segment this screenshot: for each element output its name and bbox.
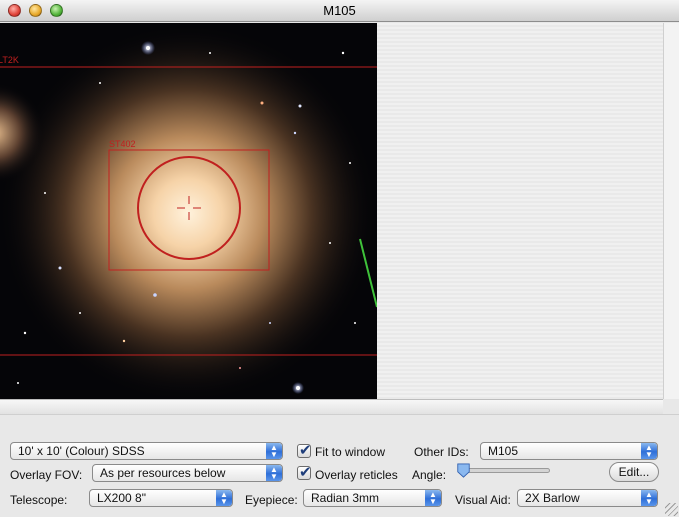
info-pane bbox=[377, 23, 663, 399]
title-bar: M105 bbox=[0, 0, 679, 22]
edit-button[interactable]: Edit... bbox=[609, 462, 659, 482]
fit-to-window-label: Fit to window bbox=[315, 445, 386, 459]
telescope-popup[interactable]: LX200 8" ▲ ▼ bbox=[89, 489, 233, 507]
controls-panel: 10' x 10' (Colour) SDSS ▲ ▼ ✔ Fit to wind… bbox=[0, 414, 679, 517]
small-fov-label: ST402 bbox=[109, 139, 136, 149]
updown-arrows-icon: ▲ ▼ bbox=[641, 443, 657, 459]
checkmark-icon: ✔ bbox=[299, 464, 312, 481]
image-source-value: 10' x 10' (Colour) SDSS bbox=[18, 444, 145, 458]
overlay-fov-label: Overlay FOV: bbox=[10, 468, 83, 482]
image-source-popup[interactable]: 10' x 10' (Colour) SDSS ▲ ▼ bbox=[10, 442, 283, 460]
horizontal-scrollbar[interactable] bbox=[0, 399, 663, 414]
updown-arrows-icon: ▲ ▼ bbox=[266, 443, 282, 459]
updown-arrows-icon: ▲ ▼ bbox=[425, 490, 441, 506]
window-title: M105 bbox=[323, 3, 356, 18]
resize-grip-icon[interactable] bbox=[665, 503, 678, 516]
checkmark-icon: ✔ bbox=[299, 442, 312, 459]
other-ids-popup[interactable]: M105 ▲ ▼ bbox=[480, 442, 658, 460]
overlay-reticles-checkbox[interactable]: ✔ bbox=[297, 464, 312, 481]
eyepiece-popup[interactable]: Radian 3mm ▲ ▼ bbox=[303, 489, 442, 507]
angle-label: Angle: bbox=[412, 468, 447, 482]
updown-arrows-icon: ▲ ▼ bbox=[266, 465, 282, 481]
overlay-fov-popup[interactable]: As per resources below ▲ ▼ bbox=[92, 464, 283, 482]
other-ids-label: Other IDs: bbox=[414, 445, 469, 459]
overlay-reticles-label: Overlay reticles bbox=[315, 468, 398, 482]
large-fov-label: LT2K bbox=[0, 55, 19, 65]
updown-arrows-icon: ▲ ▼ bbox=[216, 490, 232, 506]
angle-slider-thumb[interactable] bbox=[456, 463, 471, 478]
other-ids-value: M105 bbox=[488, 444, 519, 458]
telescope-value: LX200 8" bbox=[97, 491, 146, 505]
updown-arrows-icon: ▲ ▼ bbox=[641, 490, 657, 506]
eyepiece-label: Eyepiece: bbox=[245, 493, 298, 507]
visual-aid-popup[interactable]: 2X Barlow ▲ ▼ bbox=[517, 489, 658, 507]
sky-image-view[interactable]: LT2K ST402 bbox=[0, 23, 377, 399]
sky-image: LT2K ST402 bbox=[0, 23, 377, 399]
fit-to-window-checkbox[interactable]: ✔ bbox=[297, 442, 312, 459]
eyepiece-value: Radian 3mm bbox=[311, 491, 380, 505]
visual-aid-value: 2X Barlow bbox=[525, 491, 580, 505]
angle-slider-track[interactable] bbox=[458, 468, 550, 473]
telescope-label: Telescope: bbox=[10, 493, 68, 507]
overlay-fov-value: As per resources below bbox=[100, 466, 226, 480]
vertical-scrollbar[interactable] bbox=[663, 23, 679, 399]
visual-aid-label: Visual Aid: bbox=[455, 493, 511, 507]
